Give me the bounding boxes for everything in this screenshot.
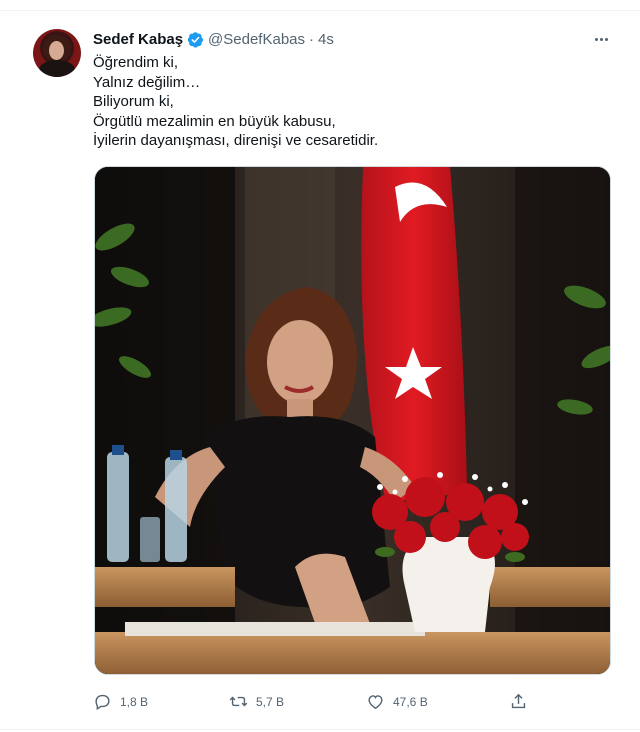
verified-badge-icon xyxy=(187,31,204,48)
tweet-line: Öğrendim ki, xyxy=(93,54,179,71)
like-button[interactable]: 47,6 B xyxy=(366,692,428,711)
tweet-line: Örgütlü mezalimin en büyük kabusu, xyxy=(93,112,336,130)
share-icon xyxy=(511,693,526,709)
reply-button[interactable]: 1,8 B xyxy=(93,692,148,711)
tweet-line: Yalnız değilim… xyxy=(93,73,201,91)
reply-icon xyxy=(95,694,110,711)
tweet-time[interactable]: 4s xyxy=(318,31,334,48)
tweet-line: Biliyorum ki, xyxy=(93,93,174,111)
tweet-line: İyilerin dayanışması, direnişi ve cesare… xyxy=(93,132,379,150)
like-count: 47,6 B xyxy=(393,694,428,709)
author-name[interactable]: Sedef Kabaş xyxy=(93,31,183,48)
author-handle[interactable]: @SedefKabas xyxy=(208,31,305,48)
tweet-text: Öğrendim ki, Yalnız değilim… Biliyorum k… xyxy=(93,53,613,151)
bottom-divider xyxy=(0,729,640,730)
retweet-button[interactable]: 5,7 B xyxy=(229,692,284,711)
tweet-photo[interactable] xyxy=(94,166,611,675)
separator-dot: · xyxy=(309,30,315,48)
tweet[interactable]: Sedef Kabaş @SedefKabas · 4s Öğrendim ki… xyxy=(0,11,640,729)
tweet-header: Sedef Kabaş @SedefKabas · 4s xyxy=(93,29,334,49)
author-avatar[interactable] xyxy=(33,29,81,77)
more-options-icon[interactable] xyxy=(590,31,612,47)
reply-count: 1,8 B xyxy=(120,694,149,709)
retweet-count: 5,7 B xyxy=(256,694,285,709)
share-button[interactable] xyxy=(509,692,528,711)
tweet-actions: 1,8 B 5,7 B 47,6 B xyxy=(93,692,553,714)
retweet-icon xyxy=(229,696,248,707)
heart-icon xyxy=(368,695,383,710)
